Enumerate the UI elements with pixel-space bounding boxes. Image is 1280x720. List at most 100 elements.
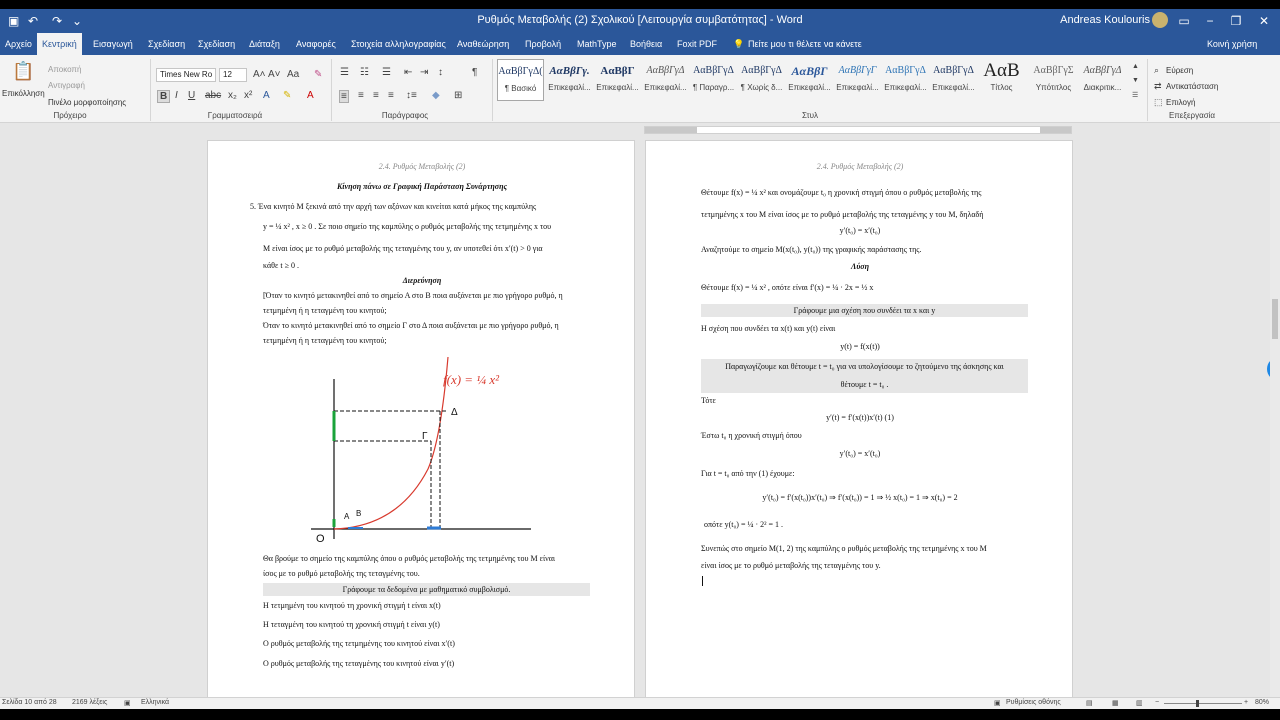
font-color-icon[interactable]: A [307, 90, 314, 101]
avatar[interactable] [1152, 12, 1168, 28]
tab-mailings[interactable]: Στοιχεία αλληλογραφίας [346, 33, 451, 55]
share-button[interactable]: Κοινή χρήση [1202, 33, 1262, 55]
user-name[interactable]: Andreas Koulouris [1060, 14, 1150, 26]
tab-foxit[interactable]: Foxit PDF [672, 33, 722, 55]
zoom-out-icon[interactable]: − [1155, 699, 1159, 706]
clipboard-icon[interactable]: 📋 [12, 61, 34, 82]
styles-scroll-up-icon[interactable]: ▲ [1132, 63, 1139, 70]
font-size-select[interactable]: 12 [219, 68, 247, 82]
subscript-icon[interactable]: x₂ [228, 90, 237, 101]
show-marks-icon[interactable]: ¶ [472, 67, 477, 78]
replace-button[interactable]: Αντικατάσταση [1166, 82, 1218, 91]
justify-icon[interactable]: ≡ [388, 90, 394, 101]
tab-layout[interactable]: Διάταξη [244, 33, 285, 55]
proofing-icon[interactable]: ▣ [124, 699, 131, 707]
restore-button[interactable]: ❐ [1222, 11, 1250, 31]
select-button[interactable]: Επιλογή [1166, 98, 1195, 107]
minimize-button[interactable]: − [1196, 11, 1224, 31]
format-painter-button[interactable]: Πινέλο μορφοποίησης [48, 98, 126, 107]
find-icon[interactable]: ⌕ [1154, 65, 1159, 76]
close-button[interactable]: ✕ [1250, 11, 1278, 31]
zoom-in-icon[interactable]: + [1244, 699, 1248, 706]
ribbon-options-icon[interactable]: ▭ [1170, 11, 1198, 31]
styles-scroll-down-icon[interactable]: ▼ [1132, 77, 1139, 84]
bold-icon[interactable]: B [157, 90, 171, 103]
scrollbar-thumb[interactable] [1272, 299, 1278, 339]
align-left-icon[interactable]: ≡ [339, 90, 349, 103]
style-heading-4[interactable]: ΑαΒβΓ Επικεφαλί... [786, 59, 833, 101]
numbering-icon[interactable]: ☷ [360, 67, 369, 78]
language[interactable]: Ελληνικά [141, 699, 169, 706]
styles-more-icon[interactable]: ☰ [1132, 91, 1138, 99]
change-case-icon[interactable]: Aa [287, 69, 299, 80]
style-list-paragraph[interactable]: ΑαΒβΓγΔ ¶ Παραγρ... [690, 59, 737, 101]
decrease-indent-icon[interactable]: ⇤ [404, 67, 412, 78]
page-right[interactable]: 2.4. Ρυθμός Μεταβολής (2) Θέτουμε f(x) =… [645, 140, 1073, 702]
style-heading-6[interactable]: ΑαΒβΓγΔ Επικεφαλί... [882, 59, 929, 101]
bullets-icon[interactable]: ☰ [340, 67, 349, 78]
page-left[interactable]: 2.4. Ρυθμός Μεταβολής (2) Κίνηση πάνω σε… [207, 140, 635, 702]
tab-view[interactable]: Προβολή [520, 33, 566, 55]
shrink-font-icon[interactable]: A˅ [268, 69, 281, 80]
style-subtle-emphasis[interactable]: ΑαΒβΓγΔ Διακριτικ... [1079, 59, 1126, 101]
text-effects-icon[interactable]: A [263, 90, 270, 101]
style-sample: ΑαΒβΓγΔ [885, 65, 926, 76]
tab-mathtype[interactable]: MathType [572, 33, 622, 55]
line-spacing-icon[interactable]: ↕≡ [406, 90, 417, 101]
style-normal[interactable]: ΑαΒβΓγΔ(¶ Βασικό [497, 59, 544, 101]
multilevel-list-icon[interactable]: ☰ [382, 67, 391, 78]
paste-button[interactable]: Επικόλληση [2, 89, 45, 98]
style-sample: ΑαΒβΓ [791, 64, 828, 78]
tab-references[interactable]: Αναφορές [291, 33, 341, 55]
horizontal-ruler[interactable] [644, 126, 1072, 134]
page-count[interactable]: Σελίδα 10 από 28 [2, 699, 57, 706]
italic-icon[interactable]: I [175, 90, 178, 101]
style-heading-3[interactable]: ΑαΒβΓγΔ Επικεφαλί... [642, 59, 689, 101]
copy-button[interactable]: Αντιγραφή [48, 81, 85, 90]
borders-icon[interactable]: ⊞ [454, 90, 462, 101]
tell-me-search[interactable]: Πείτε μου τι θέλετε να κάνετε [743, 33, 867, 55]
grow-font-icon[interactable]: A˄ [253, 69, 266, 80]
zoom-slider-thumb[interactable] [1196, 700, 1199, 707]
tab-review[interactable]: Αναθεώρηση [452, 33, 514, 55]
style-name: Επικεφαλί... [884, 83, 927, 92]
underline-icon[interactable]: U [188, 90, 195, 101]
tab-insert[interactable]: Εισαγωγή [88, 33, 138, 55]
replace-icon[interactable]: ⇄ [1154, 81, 1162, 92]
zoom-level[interactable]: 80% [1255, 699, 1269, 706]
select-icon[interactable]: ⬚ [1154, 97, 1163, 108]
style-heading-7[interactable]: ΑαΒβΓγΔ Επικεφαλί... [930, 59, 977, 101]
align-right-icon[interactable]: ≡ [373, 90, 379, 101]
tab-file[interactable]: Αρχείο [0, 33, 37, 55]
word-count[interactable]: 2169 λέξεις [72, 699, 107, 706]
style-heading-2[interactable]: ΑαΒβΓ Επικεφαλί... [594, 59, 641, 101]
vertical-scrollbar[interactable] [1270, 123, 1280, 697]
strikethrough-icon[interactable]: abc [205, 90, 221, 101]
find-button[interactable]: Εύρεση [1166, 66, 1193, 75]
increase-indent-icon[interactable]: ⇥ [420, 67, 428, 78]
tab-help[interactable]: Βοήθεια [625, 33, 667, 55]
align-center-icon[interactable]: ≡ [358, 90, 364, 101]
style-title[interactable]: ΑαΒ Τίτλος [978, 59, 1025, 101]
tab-design[interactable]: Σχεδίαση [193, 33, 240, 55]
cut-button[interactable]: Αποκοπή [48, 65, 81, 74]
read-mode-icon[interactable]: ▤ [1086, 699, 1093, 707]
style-subtitle[interactable]: ΑαΒβΓγΣ Υπότιτλος [1030, 59, 1077, 101]
highlight-icon[interactable]: ✎ [283, 90, 291, 101]
zoom-slider[interactable] [1164, 703, 1242, 704]
print-layout-icon[interactable]: ▦ [1112, 699, 1119, 707]
clear-formatting-icon[interactable]: ✎ [314, 69, 322, 80]
superscript-icon[interactable]: x² [244, 90, 252, 101]
style-no-spacing[interactable]: ΑαΒβΓγΔ ¶ Χωρίς δ... [738, 59, 785, 101]
tab-draw[interactable]: Σχεδίαση [143, 33, 190, 55]
style-heading-5[interactable]: ΑαΒβΓγΓ Επικεφαλί... [834, 59, 881, 101]
web-layout-icon[interactable]: ▥ [1136, 699, 1143, 707]
font-name-select[interactable]: Times New Ro [156, 68, 216, 82]
ribbon-home: 📋 Επικόλληση Αποκοπή Αντιγραφή Πινέλο μο… [0, 55, 1280, 123]
display-settings[interactable]: Ρυθμίσεις οθόνης [1006, 699, 1061, 706]
display-settings-icon[interactable]: ▣ [994, 699, 1001, 707]
shading-icon[interactable]: ◆ [432, 90, 440, 101]
sort-icon[interactable]: ↕ [438, 67, 443, 78]
style-heading-1[interactable]: ΑαΒβΓγ. Επικεφαλί... [546, 59, 593, 101]
tab-home[interactable]: Κεντρική [37, 33, 82, 55]
